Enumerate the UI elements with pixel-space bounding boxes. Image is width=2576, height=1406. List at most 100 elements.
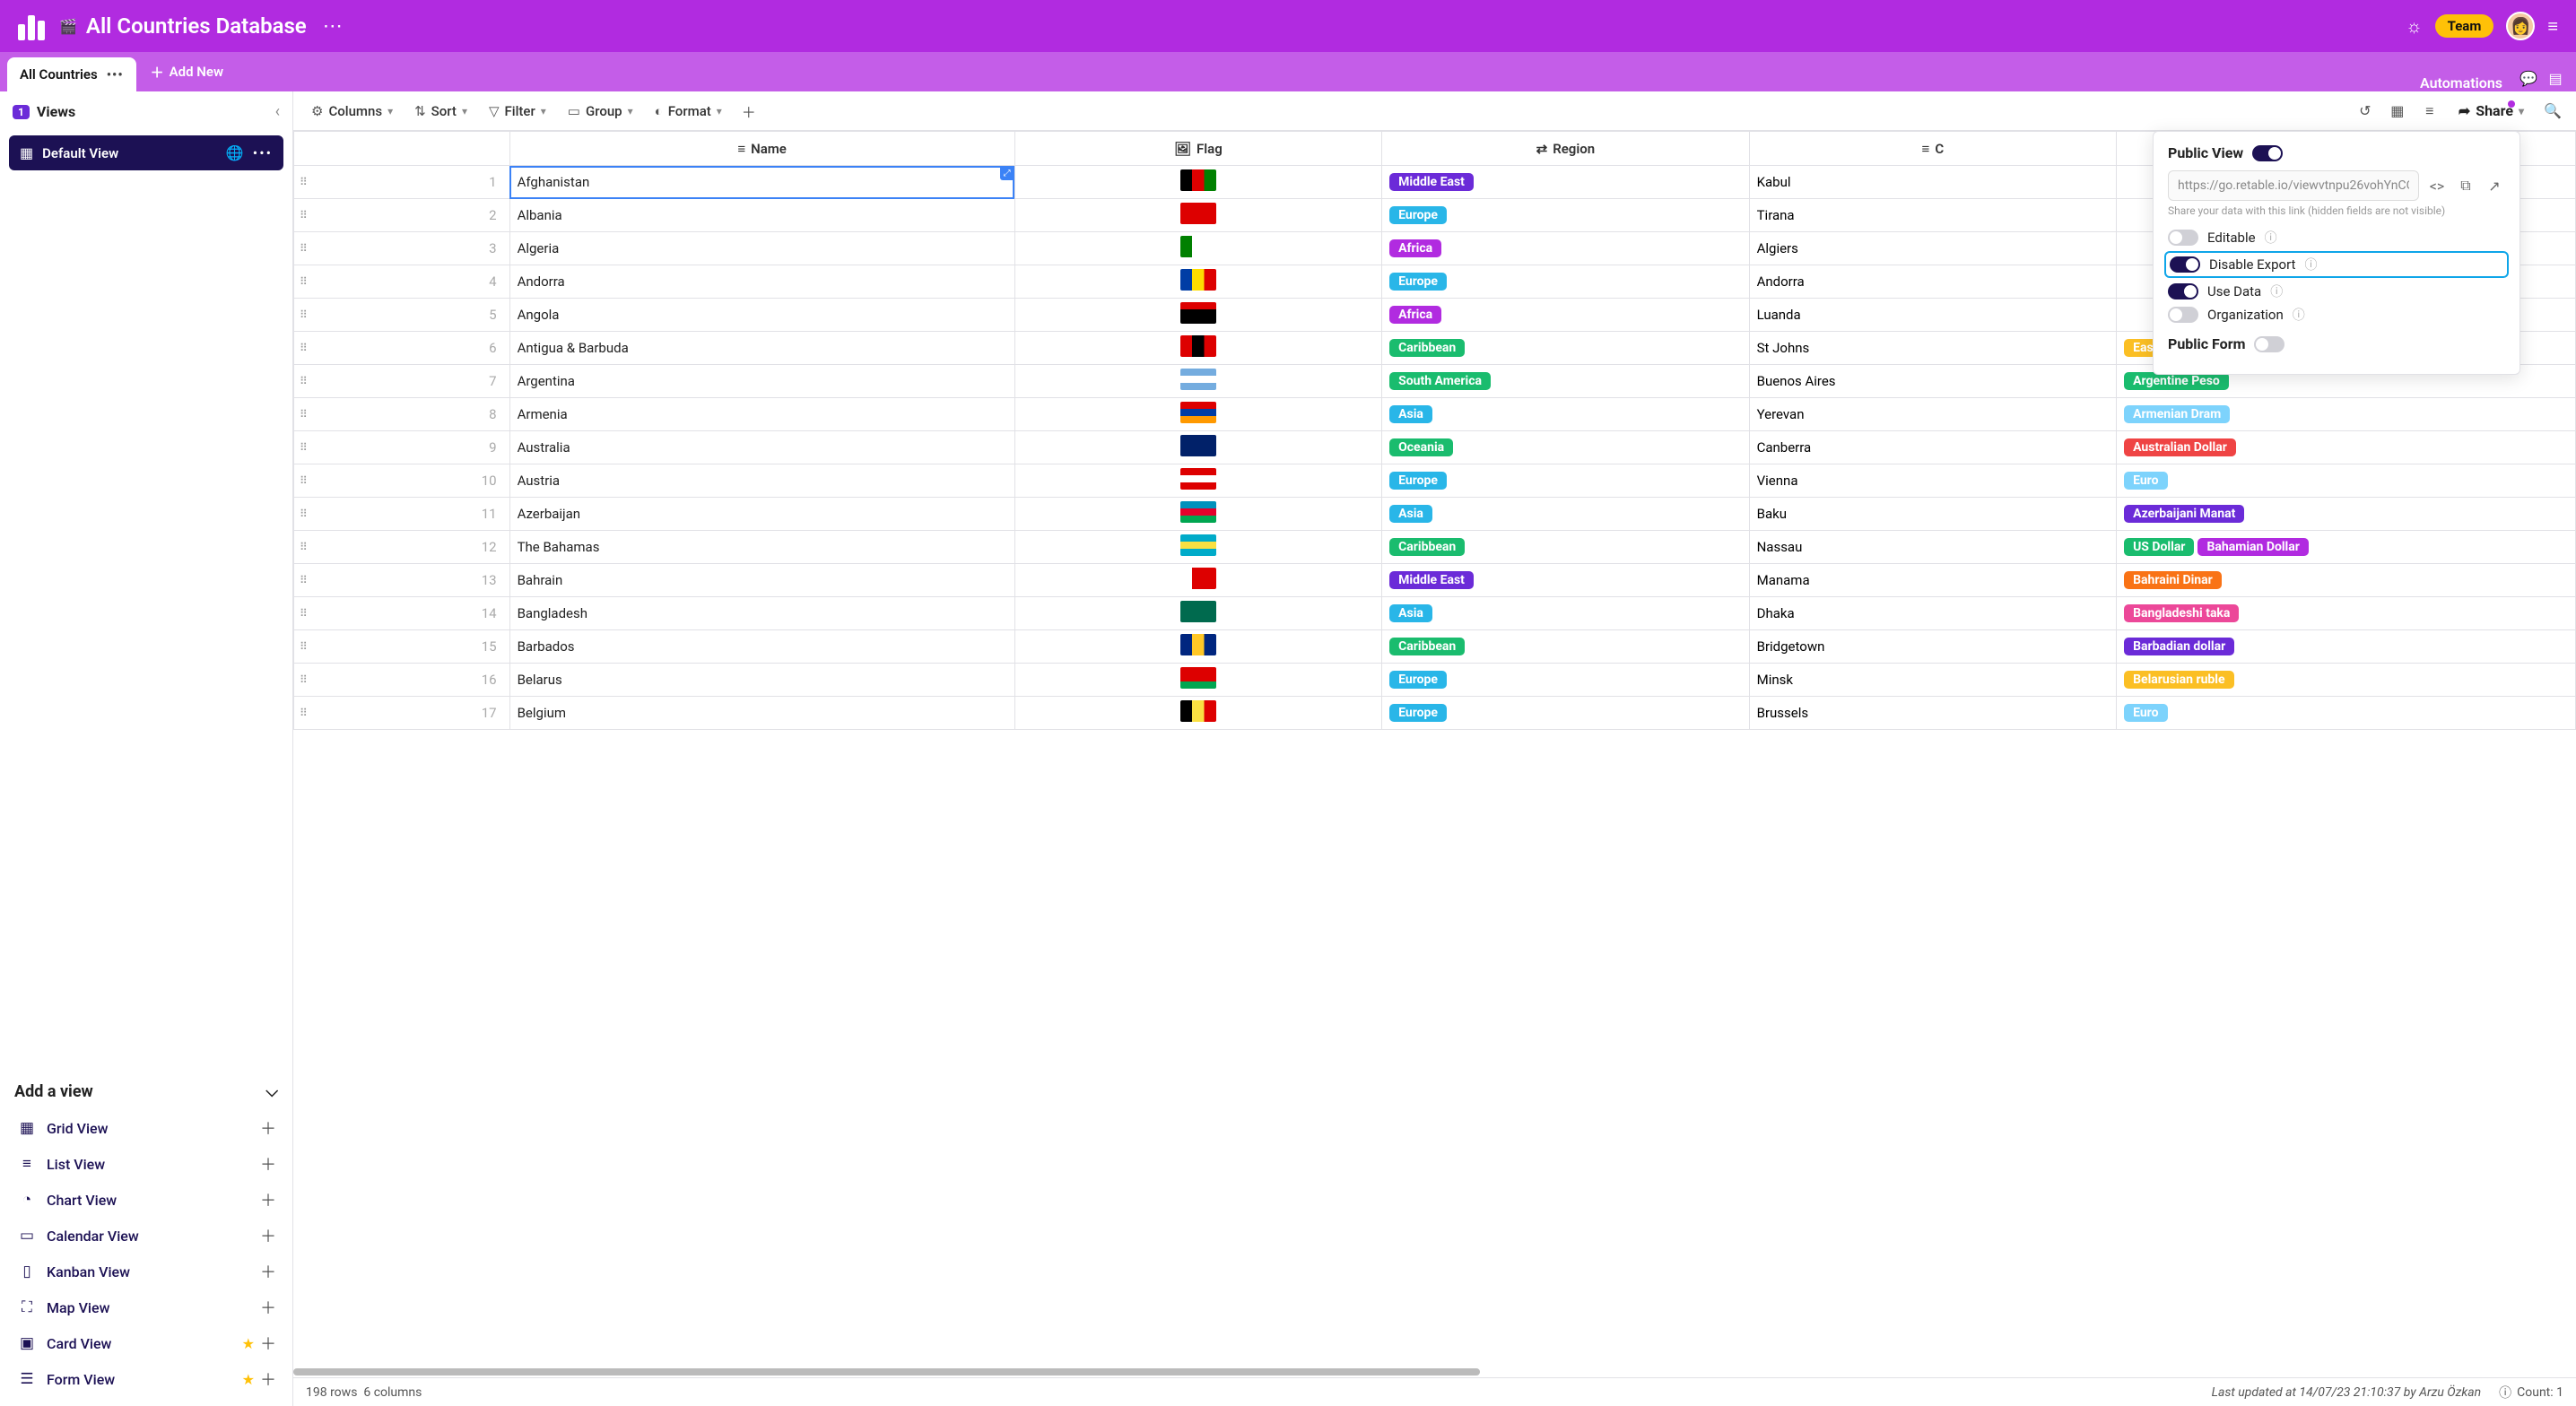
row-index[interactable]: ⠿17 [294, 697, 510, 730]
currency-cell[interactable]: Barbadian dollar [2117, 630, 2576, 664]
row-index[interactable]: ⠿13 [294, 564, 510, 597]
capital-cell[interactable]: Baku [1749, 498, 2116, 531]
flag-cell[interactable] [1014, 232, 1381, 265]
filter-button[interactable]: ▽Filter▾ [480, 98, 555, 125]
flag-cell[interactable] [1014, 531, 1381, 564]
region-cell[interactable]: Africa [1382, 232, 1749, 265]
name-cell[interactable]: Armenia [509, 398, 1014, 431]
sort-button[interactable]: ⇅Sort▾ [405, 98, 476, 125]
table-row[interactable]: ⠿11 Azerbaijan Asia Baku Azerbaijani Man… [294, 498, 2576, 531]
capital-cell[interactable]: Luanda [1749, 299, 2116, 332]
capital-cell[interactable]: Vienna [1749, 464, 2116, 498]
title-more-icon[interactable]: ⋯ [323, 15, 344, 38]
view-type-item[interactable]: ⛶Map View＋ [9, 1289, 283, 1325]
drag-handle-icon[interactable]: ⠿ [300, 707, 308, 719]
table-row[interactable]: ⠿15 Barbados Caribbean Bridgetown Barbad… [294, 630, 2576, 664]
brightness-icon[interactable]: ☼ [2406, 15, 2422, 38]
flag-cell[interactable] [1014, 464, 1381, 498]
view-type-item[interactable]: ▣Card View★＋ [9, 1325, 283, 1361]
comment-icon[interactable]: 💬 [2515, 65, 2542, 91]
history-icon[interactable]: ↺ [2351, 97, 2380, 126]
row-index[interactable]: ⠿14 [294, 597, 510, 630]
region-cell[interactable]: Caribbean [1382, 332, 1749, 365]
row-index[interactable]: ⠿1 [294, 166, 510, 199]
name-cell[interactable]: Argentina [509, 365, 1014, 398]
capital-cell[interactable]: Kabul [1749, 166, 2116, 199]
team-badge[interactable]: Team [2435, 14, 2494, 38]
region-cell[interactable]: Asia [1382, 597, 1749, 630]
table-row[interactable]: ⠿17 Belgium Europe Brussels Euro [294, 697, 2576, 730]
add-view-toggle[interactable]: Add a view ⌵ [0, 1073, 292, 1110]
row-index[interactable]: ⠿5 [294, 299, 510, 332]
capital-cell[interactable]: Bridgetown [1749, 630, 2116, 664]
row-index[interactable]: ⠿16 [294, 664, 510, 697]
capital-cell[interactable]: Andorra [1749, 265, 2116, 299]
view-type-item[interactable]: ▯Kanban View＋ [9, 1254, 283, 1289]
table-row[interactable]: ⠿13 Bahrain Middle East Manama Bahraini … [294, 564, 2576, 597]
flag-cell[interactable] [1014, 299, 1381, 332]
flag-cell[interactable] [1014, 332, 1381, 365]
flag-cell[interactable] [1014, 597, 1381, 630]
column-header[interactable]: Name [751, 141, 787, 157]
row-index[interactable]: ⠿10 [294, 464, 510, 498]
card-view-icon[interactable]: ▦ [2383, 97, 2412, 126]
columns-button[interactable]: ⚙Columns▾ [302, 98, 402, 125]
plus-icon[interactable]: ＋ [260, 1224, 276, 1247]
region-cell[interactable]: Oceania [1382, 431, 1749, 464]
plus-icon[interactable]: ＋ [260, 1188, 276, 1211]
currency-cell[interactable]: Bahraini Dinar [2117, 564, 2576, 597]
currency-cell[interactable]: Euro [2117, 464, 2576, 498]
capital-cell[interactable]: Buenos Aires [1749, 365, 2116, 398]
capital-cell[interactable]: Yerevan [1749, 398, 2116, 431]
open-external-icon[interactable]: ↗ [2484, 178, 2505, 195]
column-header[interactable]: Flag [1197, 141, 1223, 157]
name-cell[interactable]: Bahrain [509, 564, 1014, 597]
row-index[interactable]: ⠿7 [294, 365, 510, 398]
share-button[interactable]: ➦ Share ▾ [2448, 97, 2535, 125]
drag-handle-icon[interactable]: ⠿ [300, 308, 308, 321]
region-cell[interactable]: Europe [1382, 697, 1749, 730]
menu-icon[interactable]: ≡ [2547, 15, 2558, 38]
table-row[interactable]: ⠿14 Bangladesh Asia Dhaka Bangladeshi ta… [294, 597, 2576, 630]
currency-cell[interactable]: Bangladeshi taka [2117, 597, 2576, 630]
region-cell[interactable]: Asia [1382, 398, 1749, 431]
view-type-item[interactable]: ≡List View＋ [9, 1146, 283, 1182]
flag-cell[interactable] [1014, 398, 1381, 431]
capital-cell[interactable]: Manama [1749, 564, 2116, 597]
region-cell[interactable]: Asia [1382, 498, 1749, 531]
region-cell[interactable]: Caribbean [1382, 531, 1749, 564]
flag-cell[interactable] [1014, 664, 1381, 697]
name-cell[interactable]: Andorra [509, 265, 1014, 299]
use-data-toggle[interactable] [2168, 283, 2198, 299]
add-new-tab-button[interactable]: ＋ Add New [136, 52, 238, 91]
drag-handle-icon[interactable]: ⠿ [300, 640, 308, 653]
drag-handle-icon[interactable]: ⠿ [300, 176, 308, 188]
name-cell[interactable]: Angola [509, 299, 1014, 332]
flag-cell[interactable] [1014, 630, 1381, 664]
name-cell[interactable]: Afghanistan⤢ [509, 166, 1014, 199]
row-index[interactable]: ⠿3 [294, 232, 510, 265]
currency-cell[interactable]: Euro [2117, 697, 2576, 730]
flag-cell[interactable] [1014, 431, 1381, 464]
flag-cell[interactable] [1014, 697, 1381, 730]
table-row[interactable]: ⠿16 Belarus Europe Minsk Belarusian rubl… [294, 664, 2576, 697]
app-logo[interactable] [18, 12, 47, 40]
region-cell[interactable]: Europe [1382, 265, 1749, 299]
plus-icon[interactable]: ＋ [260, 1152, 276, 1176]
flag-cell[interactable] [1014, 365, 1381, 398]
column-header[interactable]: Region [1553, 141, 1595, 157]
drag-handle-icon[interactable]: ⠿ [300, 209, 308, 221]
editable-toggle[interactable] [2168, 230, 2198, 246]
search-icon[interactable]: 🔍 [2538, 97, 2567, 126]
drag-handle-icon[interactable]: ⠿ [300, 673, 308, 686]
row-index[interactable]: ⠿15 [294, 630, 510, 664]
plus-icon[interactable]: ＋ [260, 1332, 276, 1355]
drag-handle-icon[interactable]: ⠿ [300, 408, 308, 421]
name-cell[interactable]: Australia [509, 431, 1014, 464]
view-type-item[interactable]: ▭Calendar View＋ [9, 1218, 283, 1254]
name-cell[interactable]: Austria [509, 464, 1014, 498]
currency-cell[interactable]: Azerbaijani Manat [2117, 498, 2576, 531]
plus-icon[interactable]: ＋ [260, 1367, 276, 1391]
region-cell[interactable]: Middle East [1382, 564, 1749, 597]
region-cell[interactable]: Europe [1382, 464, 1749, 498]
